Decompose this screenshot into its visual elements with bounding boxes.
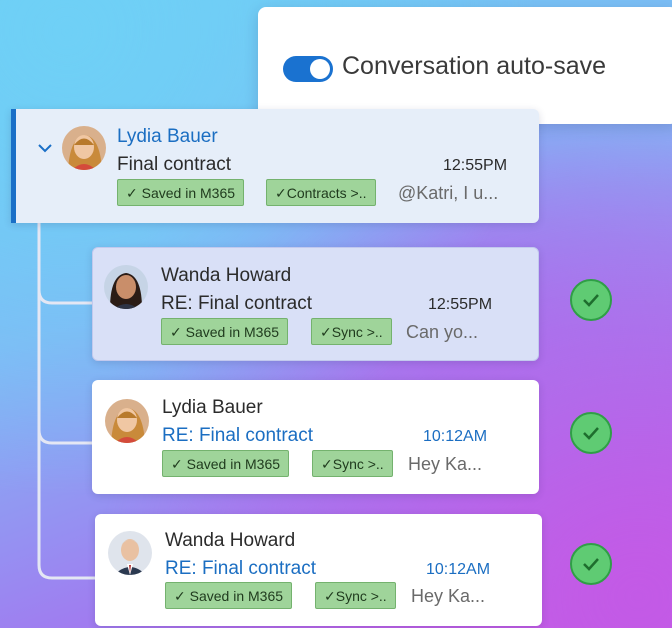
sender-name: Wanda Howard bbox=[161, 265, 292, 286]
sender-name: Lydia Bauer bbox=[117, 126, 218, 147]
autosave-label: Conversation auto-save bbox=[342, 52, 607, 80]
message-card-reply-2[interactable]: Lydia Bauer RE: Final contract 10:12AM ✓… bbox=[92, 380, 539, 494]
autosave-popup: Conversation auto-save bbox=[258, 7, 672, 124]
message-time: 10:12AM bbox=[426, 561, 491, 578]
chevron-down-icon[interactable] bbox=[36, 139, 54, 157]
saved-check-icon bbox=[570, 279, 612, 321]
tag-saved-m365[interactable]: ✓ Saved in M365 bbox=[162, 450, 290, 477]
tag-saved-m365[interactable]: ✓ Saved in M365 bbox=[161, 318, 289, 345]
message-card-parent[interactable]: Lydia Bauer Final contract 12:55PM ✓ Sav… bbox=[11, 109, 539, 223]
message-time: 12:55PM bbox=[428, 296, 493, 313]
tag-sync[interactable]: ✓Sync >.. bbox=[312, 450, 393, 477]
message-preview: Can yo... bbox=[406, 322, 479, 342]
tag-saved-m365[interactable]: ✓ Saved in M365 bbox=[165, 582, 293, 609]
tag-sync[interactable]: ✓Sync >.. bbox=[311, 318, 392, 345]
message-preview: @Katri, I u... bbox=[398, 183, 499, 203]
avatar bbox=[104, 265, 148, 309]
message-preview: Hey Ka... bbox=[408, 454, 483, 474]
sender-name: Lydia Bauer bbox=[162, 397, 263, 418]
avatar bbox=[105, 399, 149, 443]
tag-contracts[interactable]: ✓Contracts >.. bbox=[266, 179, 376, 206]
tag-sync[interactable]: ✓Sync >.. bbox=[315, 582, 396, 609]
message-card-reply-3[interactable]: Wanda Howard RE: Final contract 10:12AM … bbox=[95, 514, 542, 626]
message-preview: Hey Ka... bbox=[411, 586, 486, 606]
message-card-reply-1[interactable]: Wanda Howard RE: Final contract 12:55PM … bbox=[92, 247, 539, 361]
sender-name: Wanda Howard bbox=[165, 530, 296, 551]
message-time: 12:55PM bbox=[443, 157, 508, 174]
message-subject: RE: Final contract bbox=[162, 425, 313, 446]
autosave-toggle[interactable] bbox=[283, 56, 333, 82]
message-time: 10:12AM bbox=[423, 428, 488, 445]
saved-check-icon bbox=[570, 412, 612, 454]
toggle-knob bbox=[310, 59, 330, 79]
message-subject: RE: Final contract bbox=[161, 293, 312, 314]
message-subject: Final contract bbox=[117, 154, 232, 175]
avatar bbox=[62, 126, 106, 170]
avatar bbox=[108, 531, 152, 575]
message-subject: RE: Final contract bbox=[165, 558, 316, 579]
tag-saved-m365[interactable]: ✓ Saved in M365 bbox=[117, 179, 245, 206]
saved-check-icon bbox=[570, 543, 612, 585]
